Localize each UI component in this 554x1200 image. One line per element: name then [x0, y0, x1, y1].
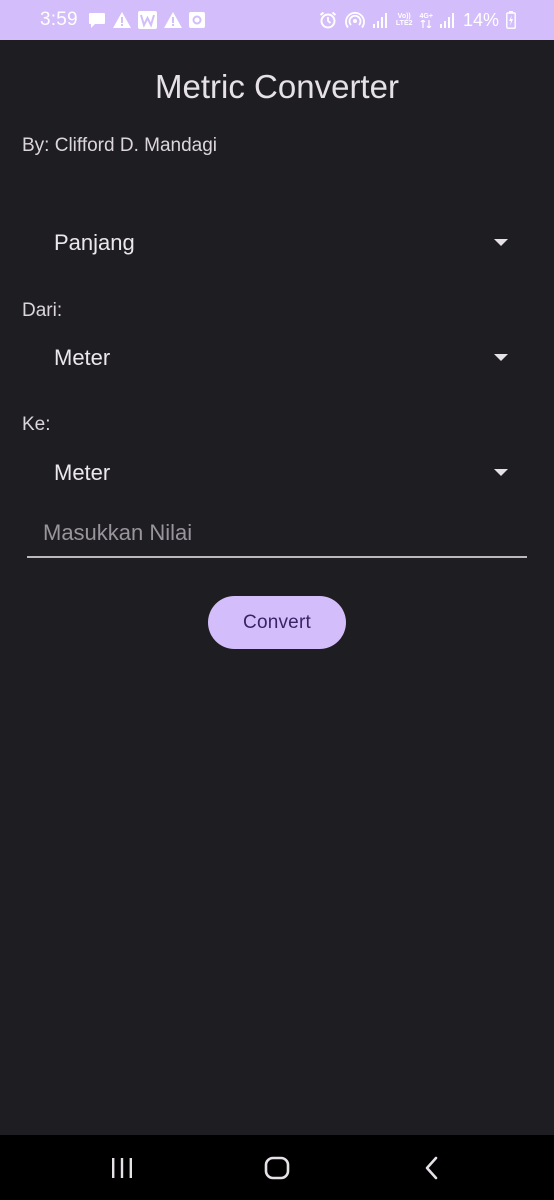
system-icons: Vo)) LTE2 4G+ 14%: [319, 10, 516, 31]
convert-button[interactable]: Convert: [208, 596, 346, 649]
to-unit-spinner[interactable]: Meter: [22, 445, 532, 501]
warning-icon: [163, 12, 182, 28]
category-spinner-value: Panjang: [54, 230, 135, 255]
home-button[interactable]: [247, 1138, 307, 1198]
back-button[interactable]: [402, 1138, 462, 1198]
battery-percent: 14%: [462, 9, 499, 30]
app-title: Metric Converter: [155, 68, 399, 105]
from-unit-spinner[interactable]: Meter: [22, 330, 532, 386]
status-bar: 3:59 Vo)) LTE2 4G+ 14%: [0, 0, 554, 40]
from-unit-value: Meter: [54, 345, 111, 370]
dropdown-arrow-icon: [494, 239, 508, 246]
notification-icons: [88, 11, 205, 29]
signal-icon: [372, 12, 389, 28]
4g-icon: 4G+: [420, 13, 433, 28]
value-input[interactable]: [27, 510, 527, 556]
message-icon: [88, 12, 106, 29]
system-nav-bar: [0, 1135, 554, 1200]
volte-icon: Vo)) LTE2: [395, 13, 413, 27]
status-time: 3:59: [40, 9, 78, 30]
signal-icon: [439, 12, 456, 28]
dropdown-arrow-icon: [494, 354, 508, 361]
recents-icon: [112, 1157, 133, 1178]
from-label: Dari:: [22, 300, 63, 321]
warning-icon: [112, 12, 131, 28]
square-notification-icon: [188, 12, 205, 28]
author-label: By: Clifford D. Mandagi: [22, 135, 218, 156]
category-spinner[interactable]: Panjang: [22, 215, 532, 271]
value-input-container: [27, 510, 527, 558]
dropdown-arrow-icon: [494, 469, 508, 476]
battery-charging-icon: [506, 11, 516, 29]
recents-button[interactable]: [92, 1138, 152, 1198]
alarm-icon: [319, 11, 337, 29]
hotspot-icon: [344, 11, 366, 29]
home-icon: [264, 1156, 290, 1179]
to-unit-value: Meter: [54, 460, 111, 485]
w-app-icon: [137, 11, 157, 29]
to-label: Ke:: [22, 414, 51, 435]
back-icon: [425, 1156, 437, 1179]
